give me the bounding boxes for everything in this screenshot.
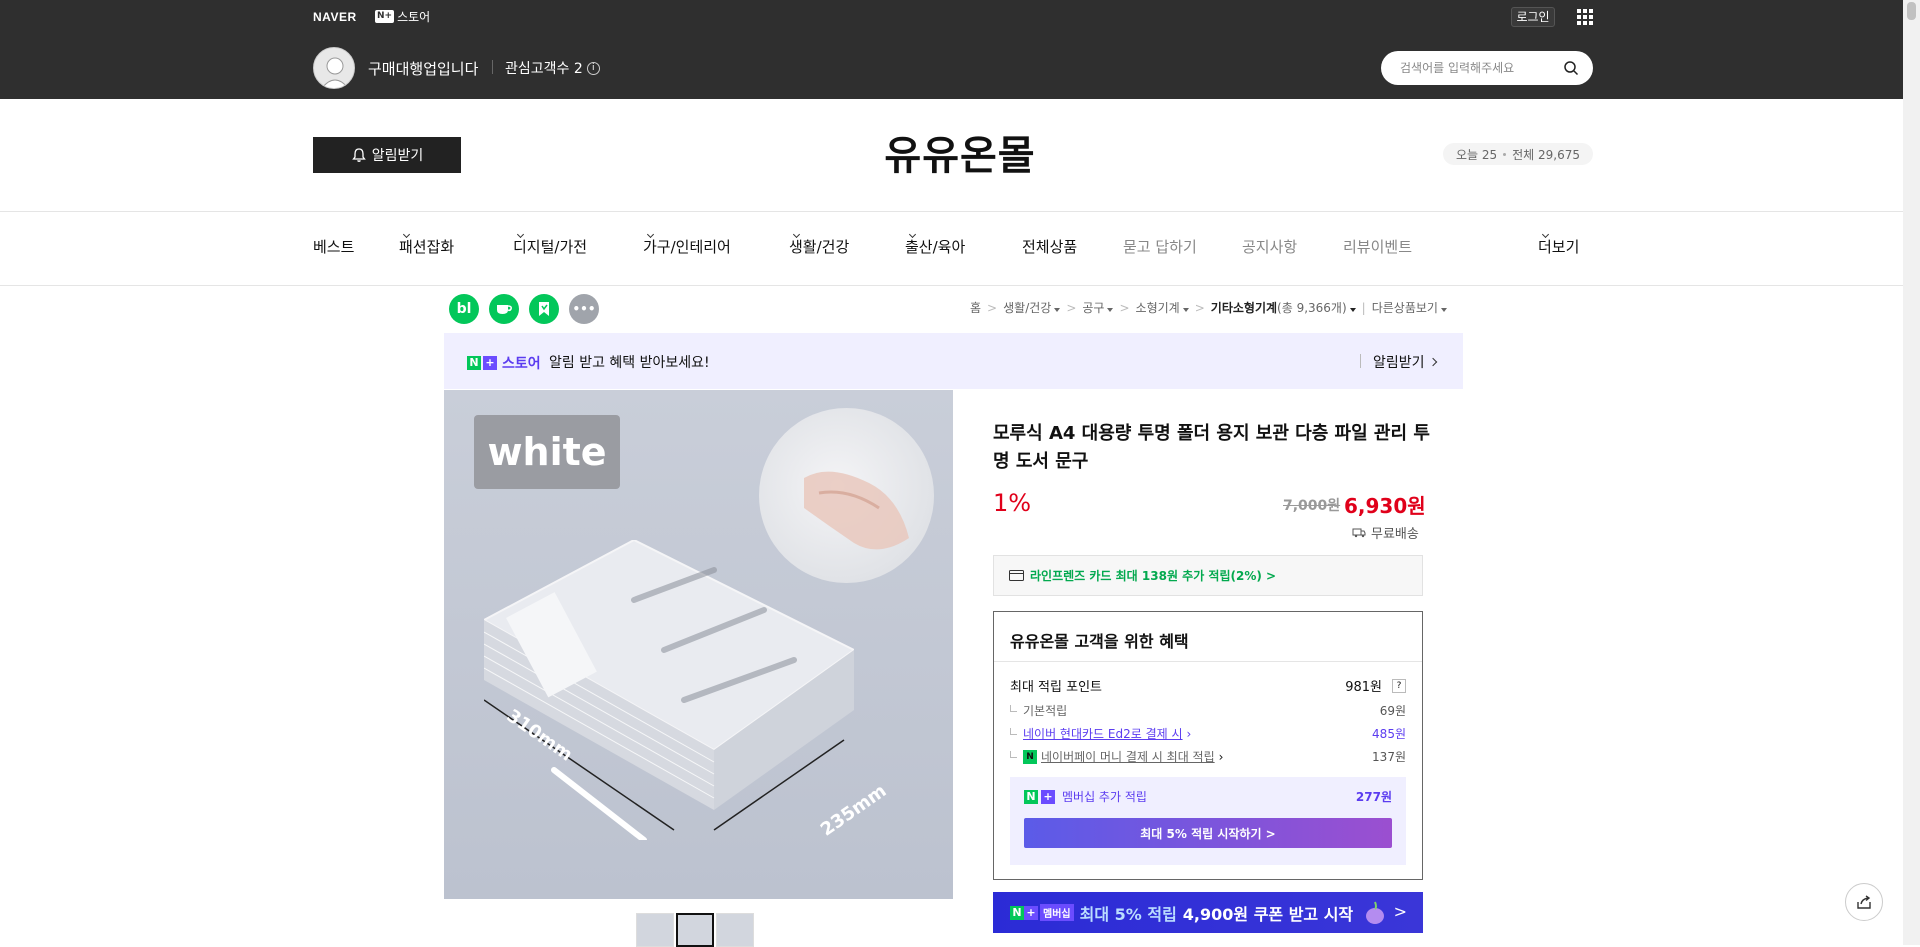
benefit-box: 유유온몰 고객을 위한 혜택 최대 적립 포인트 981원? 기본적립 69원 …: [993, 611, 1423, 880]
nav-furniture[interactable]: 가구/인테리어: [643, 230, 731, 256]
breadcrumb-item[interactable]: 소형기계: [1136, 299, 1189, 316]
store-title[interactable]: 유유온몰: [0, 123, 1920, 181]
notice-banner: N + 스토어 알림 받고 혜택 받아보세요! 알림받기: [444, 333, 1463, 389]
chevron-right-icon: >: [1393, 902, 1407, 921]
thumbnail[interactable]: [716, 913, 754, 947]
card-benefit-box[interactable]: 라인프렌즈 카드 최대 138원 추가 적립(2%) >: [993, 555, 1423, 596]
thumbnail[interactable]: [636, 913, 674, 947]
visitor-counter: 오늘 25 전체 29,675: [1443, 143, 1593, 165]
sale-price: 6,930원: [1344, 494, 1426, 518]
shipping-info: 무료배송: [1352, 523, 1419, 542]
card-points-row[interactable]: 네이버 현대카드 Ed2로 결제 시 › 485원: [1010, 725, 1406, 742]
store-avatar[interactable]: [313, 47, 355, 89]
notice-alarm-button[interactable]: 알림받기: [1373, 352, 1437, 372]
naver-logo[interactable]: NAVER: [313, 10, 357, 24]
npay-points-row[interactable]: N 네이버페이 머니 결제 시 최대 적립 › 137원: [1010, 748, 1406, 765]
divider: [0, 285, 1920, 286]
truck-icon: [1352, 528, 1366, 538]
membership-label: N + 멤버십 추가 적립: [1024, 788, 1147, 805]
nplus-store-logo[interactable]: N+ 스토어: [375, 8, 430, 25]
discount-rate: 1%: [993, 489, 1032, 517]
bookmark-icon[interactable]: [529, 294, 559, 324]
breadcrumb-item[interactable]: 생활/건강: [1003, 299, 1061, 316]
search-icon[interactable]: [1563, 60, 1579, 76]
store-logo-text: 스토어: [397, 10, 431, 24]
benefit-title: 유유온몰 고객을 위한 혜택: [1010, 632, 1189, 651]
help-icon[interactable]: ?: [1392, 678, 1406, 693]
more-icon[interactable]: •••: [569, 294, 599, 324]
breadcrumb-current[interactable]: 기타소형기계(총 9,366개): [1211, 299, 1356, 316]
notice-message: 알림 받고 혜택 받아보세요!: [549, 355, 710, 371]
top-bar: NAVER N+ 스토어 로그인 구매대행업입니다 관심고객수 2 i: [0, 0, 1920, 99]
breadcrumb-home[interactable]: 홈: [970, 299, 981, 316]
total-count: 전체 29,675: [1512, 147, 1581, 162]
search-input[interactable]: [1400, 59, 1560, 77]
interest-count: 관심고객수 2 i: [505, 58, 600, 78]
chevron-right-icon: [1428, 357, 1437, 367]
breadcrumb-item[interactable]: 공구: [1082, 299, 1114, 316]
nav-fashion[interactable]: 패션잡화: [399, 230, 454, 256]
product-main-image[interactable]: white 310mm 235mm: [444, 390, 953, 899]
nav-more[interactable]: 더보기: [1538, 230, 1579, 256]
cafe-icon[interactable]: [489, 294, 519, 324]
today-count: 오늘 25: [1455, 147, 1498, 162]
divider: [492, 60, 493, 74]
card-icon: [1009, 570, 1024, 581]
nav-digital[interactable]: 디지털/가전: [513, 230, 587, 256]
info-icon[interactable]: i: [586, 61, 600, 75]
original-price: 7,000원: [1283, 498, 1341, 514]
divider: [0, 211, 1920, 212]
thumbnail-selected[interactable]: [676, 913, 714, 947]
card-benefit-text: 라인프렌즈 카드 최대 138원 추가 적립(2%) >: [1030, 569, 1277, 583]
nplus-store-logo: N + 스토어: [467, 353, 541, 373]
interest-label: 관심고객수 2: [505, 61, 583, 77]
thumbnail-list: [636, 913, 754, 947]
search-box: [1381, 51, 1593, 85]
onion-icon: [1366, 901, 1385, 924]
blog-icon[interactable]: bl: [449, 294, 479, 324]
apps-grid-icon[interactable]: [1577, 9, 1593, 25]
breadcrumb: 홈 > 생활/건강 > 공구 > 소형기계 > 기타소형기계(총 9,366개)…: [970, 299, 1447, 316]
login-button[interactable]: 로그인: [1511, 7, 1555, 27]
nav-baby[interactable]: 출산/육아: [905, 230, 965, 256]
color-label: white: [474, 415, 620, 489]
store-name[interactable]: 구매대행업입니다: [368, 58, 478, 79]
membership-box: N + 멤버십 추가 적립 277원 최대 5% 적립 시작하기 >: [1010, 777, 1406, 865]
membership-coupon-banner[interactable]: N + 멤버십 최대 5% 적립 4,900원 쿠폰 받고 시작 >: [993, 892, 1423, 933]
other-products-link[interactable]: 다른상품보기: [1372, 299, 1447, 316]
basic-points-row: 기본적립 69원: [1010, 702, 1406, 719]
max-points-row: 최대 적립 포인트 981원?: [1010, 676, 1406, 695]
divider: [1360, 354, 1361, 368]
nplus-icon: N+: [375, 10, 395, 23]
share-icon[interactable]: [1845, 883, 1883, 921]
nav-living[interactable]: 생활/건강: [789, 230, 849, 256]
membership-value: 277원: [1355, 790, 1392, 804]
product-title: 모루식 A4 대용량 투명 폴더 용지 보관 다층 파일 관리 투명 도서 문구: [993, 423, 1430, 472]
folder-illustration: [484, 540, 854, 840]
page-scrollbar[interactable]: [1903, 0, 1920, 945]
membership-start-button[interactable]: 최대 5% 적립 시작하기 >: [1024, 818, 1392, 848]
npay-icon: N: [1023, 749, 1037, 764]
